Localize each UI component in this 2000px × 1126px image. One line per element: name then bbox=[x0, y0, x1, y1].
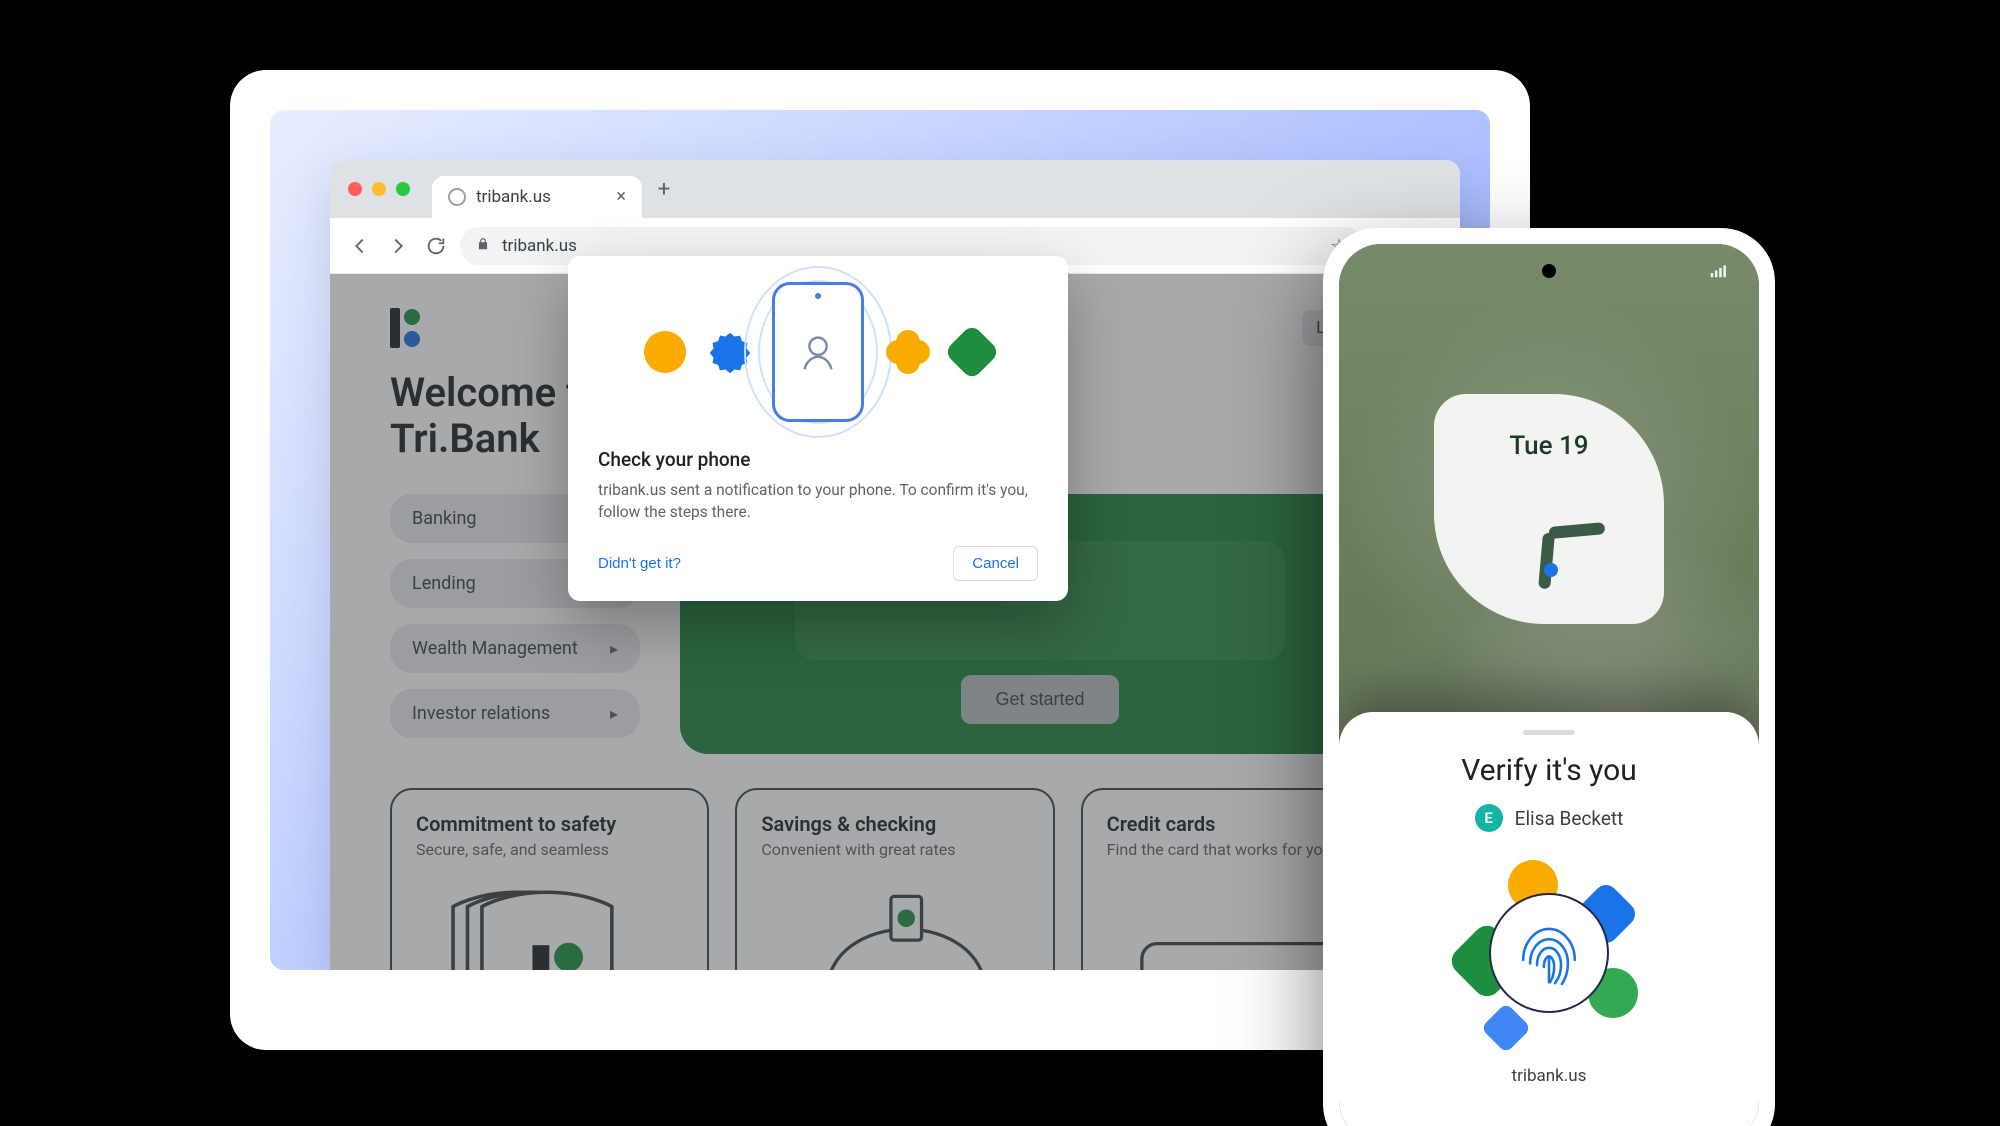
phone-screen: Tue 19 Verify it's you E Elisa Beckett bbox=[1339, 244, 1759, 1126]
tab-title: tribank.us bbox=[476, 187, 551, 207]
browser-window: tribank.us × + bbox=[330, 160, 1460, 970]
nav-reload-icon[interactable] bbox=[422, 232, 450, 260]
front-camera-icon bbox=[1542, 264, 1556, 278]
check-phone-dialog: Check your phone tribank.us sent a notif… bbox=[568, 256, 1068, 601]
sheet-origin: tribank.us bbox=[1512, 1066, 1587, 1086]
sheet-title: Verify it's you bbox=[1461, 753, 1637, 788]
phone-device: Tue 19 Verify it's you E Elisa Beckett bbox=[1323, 228, 1775, 1126]
dialog-body: tribank.us sent a notification to your p… bbox=[598, 479, 1038, 524]
address-bar-url: tribank.us bbox=[502, 236, 577, 256]
status-bar-battery-icon bbox=[1709, 264, 1731, 286]
dialog-title: Check your phone bbox=[598, 448, 1038, 471]
account-row[interactable]: E Elisa Beckett bbox=[1475, 804, 1624, 832]
fingerprint-illustration[interactable] bbox=[1454, 858, 1644, 1048]
dialog-illustration bbox=[598, 282, 1038, 422]
verify-bottom-sheet: Verify it's you E Elisa Beckett bbox=[1339, 712, 1759, 1126]
lockscreen-clock: Tue 19 bbox=[1434, 394, 1664, 624]
phone-outline-icon bbox=[772, 282, 864, 422]
browser-tab-active[interactable]: tribank.us × bbox=[432, 176, 642, 218]
account-avatar: E bbox=[1475, 804, 1503, 832]
green-diamond-icon bbox=[944, 324, 1001, 381]
window-zoom-dot[interactable] bbox=[396, 182, 410, 196]
window-traffic-lights bbox=[348, 182, 410, 196]
window-minimize-dot[interactable] bbox=[372, 182, 386, 196]
fingerprint-icon bbox=[1489, 893, 1609, 1013]
orange-quatrefoil-icon bbox=[886, 330, 930, 374]
tab-close-icon[interactable]: × bbox=[616, 188, 626, 206]
nav-forward-icon[interactable] bbox=[384, 232, 412, 260]
account-name: Elisa Beckett bbox=[1515, 807, 1624, 830]
nav-back-icon[interactable] bbox=[346, 232, 374, 260]
lock-icon bbox=[476, 236, 490, 256]
sheet-grabber[interactable] bbox=[1523, 730, 1575, 735]
laptop-screen: tribank.us × + bbox=[270, 110, 1490, 970]
clock-hands-icon bbox=[1489, 467, 1609, 587]
browser-tab-strip: tribank.us × + bbox=[330, 160, 1460, 218]
cancel-button[interactable]: Cancel bbox=[953, 546, 1038, 581]
orange-circle-icon bbox=[644, 331, 686, 373]
lockscreen-date: Tue 19 bbox=[1509, 431, 1588, 461]
didnt-get-it-link[interactable]: Didn't get it? bbox=[598, 555, 681, 572]
new-tab-button[interactable]: + bbox=[650, 175, 678, 203]
window-close-dot[interactable] bbox=[348, 182, 362, 196]
tab-favicon bbox=[448, 188, 466, 206]
